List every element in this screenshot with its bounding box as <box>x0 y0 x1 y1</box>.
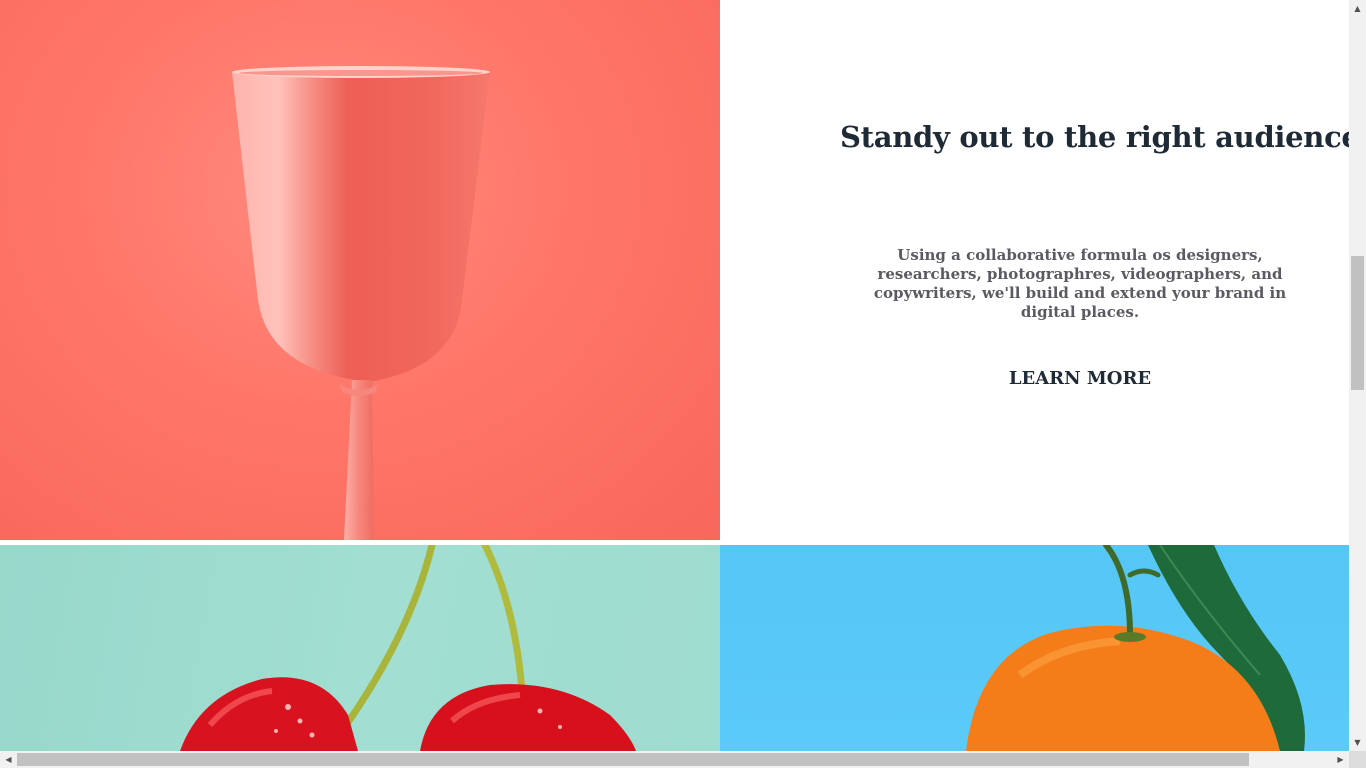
glass-illustration <box>232 66 490 540</box>
page-viewport: Standy out to the right audience Using a… <box>0 0 1349 751</box>
scroll-down-icon[interactable]: ▼ <box>1349 734 1366 751</box>
horizontal-scroll-thumb[interactable] <box>17 753 1249 766</box>
scrollbar-corner <box>1349 751 1366 768</box>
cherry-image <box>0 545 720 751</box>
cherry-illustration <box>180 545 636 751</box>
vertical-scrollbar[interactable]: ▲ ▼ <box>1349 0 1366 751</box>
feature-headline: Standy out to the right audience <box>840 120 1349 154</box>
feature-text-panel: Standy out to the right audience Using a… <box>720 0 1349 540</box>
vertical-scroll-thumb[interactable] <box>1351 256 1364 390</box>
learn-more-button[interactable]: LEARN MORE <box>970 366 1190 392</box>
scroll-right-icon[interactable]: ▶ <box>1332 751 1349 768</box>
scroll-left-icon[interactable]: ◀ <box>0 751 17 768</box>
horizontal-scrollbar[interactable]: ◀ ▶ <box>0 751 1349 768</box>
orange-image <box>720 545 1349 751</box>
feature-description: Using a collaborative formula os designe… <box>873 246 1287 321</box>
orange-illustration <box>966 545 1305 751</box>
scroll-up-icon[interactable]: ▲ <box>1349 0 1366 17</box>
glass-image <box>0 0 720 540</box>
